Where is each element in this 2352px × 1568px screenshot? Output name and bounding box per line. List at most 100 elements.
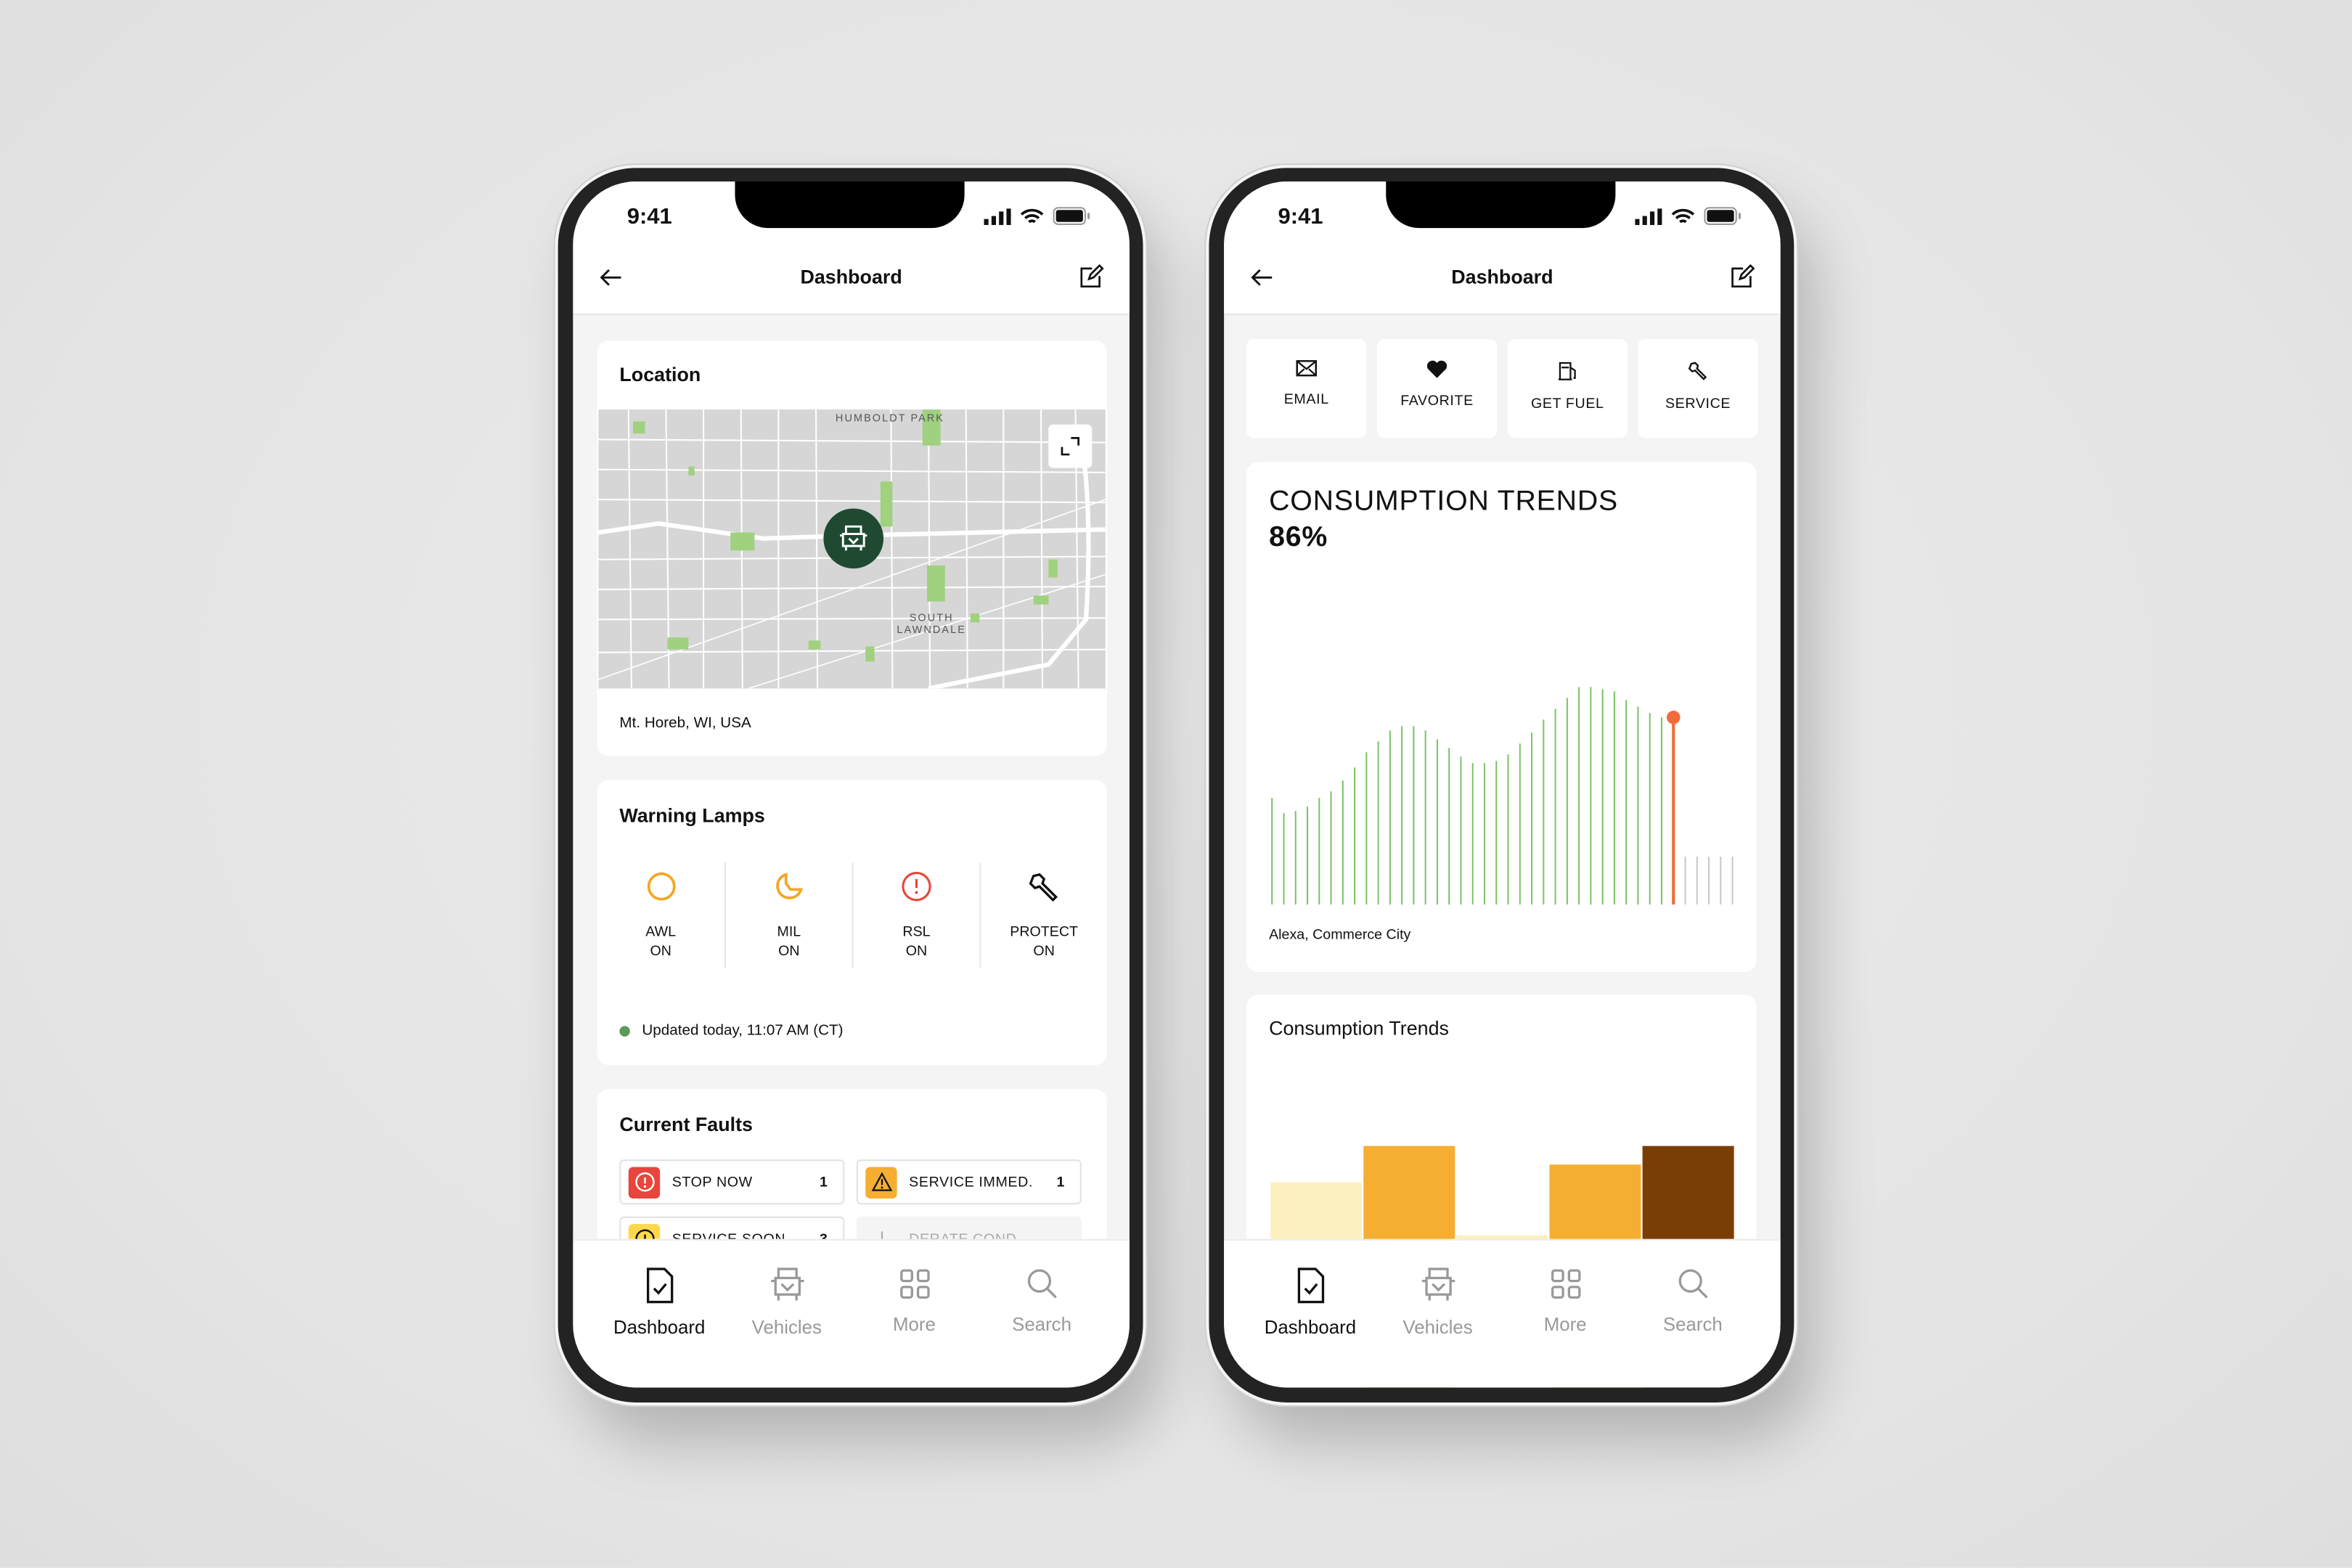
- lamp-protect: PROTECT ON: [979, 862, 1107, 968]
- nav-more[interactable]: More: [1501, 1241, 1629, 1387]
- nav-label: Vehicles: [1402, 1317, 1473, 1339]
- wrench-icon: [1688, 362, 1707, 380]
- phone-left: 9:41 Dashboard Location HUMBOLDT PARK SO…: [558, 168, 1143, 1402]
- truck-icon: [840, 525, 867, 551]
- nav-label: Search: [1012, 1314, 1071, 1336]
- nav-dashboard[interactable]: Dashboard: [595, 1241, 723, 1387]
- action-get-fuel[interactable]: GET FUEL: [1507, 338, 1628, 438]
- card-title: Location: [619, 363, 701, 386]
- nav-label: More: [1543, 1314, 1587, 1336]
- phone-right: 9:41 Dashboard EMAIL FAVORITE GET FUEL S…: [1209, 168, 1794, 1402]
- fault-label: SERVICE IMMED.: [909, 1173, 1034, 1191]
- action-label: EMAIL: [1283, 391, 1329, 409]
- stage: 9:41 Dashboard Location HUMBOLDT PARK SO…: [0, 0, 2352, 1568]
- map-label: SOUTH LAWNDALE: [897, 613, 966, 637]
- edit-icon[interactable]: [1079, 264, 1104, 290]
- expand-icon: [1061, 437, 1080, 456]
- fault-service-immed[interactable]: SERVICE IMMED. 1: [856, 1159, 1082, 1205]
- document-check-icon: [1297, 1267, 1324, 1304]
- document-check-icon: [645, 1267, 673, 1304]
- app-header: Dashboard: [1224, 256, 1781, 315]
- signal-icon: [1635, 208, 1662, 224]
- notch: [1386, 181, 1616, 229]
- nav-search[interactable]: Search: [1629, 1241, 1757, 1387]
- engine-pie-icon: [776, 873, 803, 899]
- status-bar: 9:41: [573, 181, 1130, 257]
- status-bar: 9:41: [1224, 181, 1781, 257]
- alert-circle-icon: [902, 872, 931, 902]
- map-label: HUMBOLDT PARK: [835, 414, 945, 425]
- lamp-awl: AWL ON: [597, 862, 724, 968]
- action-favorite[interactable]: FAVORITE: [1376, 338, 1498, 438]
- lamp-state: ON: [905, 943, 928, 960]
- wifi-icon: [1020, 208, 1044, 223]
- lamp-state: ON: [650, 943, 671, 960]
- system-icons: [984, 207, 1090, 225]
- system-icons: [1635, 207, 1741, 225]
- lamp-state: ON: [778, 943, 800, 960]
- fuel-pump-icon: [1558, 362, 1576, 380]
- nav-vehicles[interactable]: Vehicles: [1374, 1241, 1502, 1387]
- action-service[interactable]: SERVICE: [1638, 338, 1758, 438]
- updated-text: Updated today, 11:07 AM (CT): [642, 1023, 844, 1040]
- expand-map-button[interactable]: [1048, 424, 1093, 468]
- status-time: 9:41: [1278, 204, 1323, 230]
- alert-circle-icon: [628, 1166, 661, 1198]
- fault-label: STOP NOW: [671, 1173, 753, 1191]
- heart-icon: [1426, 360, 1447, 378]
- nav-vehicles[interactable]: Vehicles: [723, 1241, 851, 1387]
- page-title: Dashboard: [800, 265, 902, 288]
- lamp-mil: MIL ON: [724, 862, 852, 968]
- fault-count: 1: [820, 1173, 828, 1191]
- truck-icon: [770, 1267, 804, 1301]
- search-icon: [1026, 1269, 1056, 1299]
- action-label: SERVICE: [1665, 396, 1731, 413]
- consumption-trends-card: CONSUMPTION TRENDS 86% Alexa, Commerce Ci…: [1246, 462, 1757, 972]
- nav-search[interactable]: Search: [978, 1241, 1106, 1387]
- lamp-name: AWL: [645, 923, 677, 941]
- location-card: Location HUMBOLDT PARK SOUTH LAWNDALE Mt…: [597, 340, 1107, 756]
- card-title: Warning Lamps: [619, 804, 765, 827]
- lamp-rsl: RSL ON: [852, 862, 980, 968]
- nav-label: Search: [1662, 1314, 1723, 1336]
- lamp-state: ON: [1033, 943, 1055, 960]
- signal-icon: [984, 208, 1011, 224]
- truck-icon: [1421, 1267, 1455, 1301]
- nav-label: Dashboard: [1264, 1317, 1357, 1339]
- nav-dashboard[interactable]: Dashboard: [1246, 1241, 1374, 1387]
- status-dot: [619, 1026, 630, 1037]
- action-label: FAVORITE: [1400, 393, 1474, 410]
- lamp-list: AWL ON MIL ON RSL ON PROTECT ON: [597, 862, 1107, 968]
- battery-icon: [1053, 207, 1090, 225]
- map[interactable]: HUMBOLDT PARK SOUTH LAWNDALE: [598, 409, 1106, 689]
- lamp-name: MIL: [777, 923, 801, 941]
- nav-label: Vehicles: [751, 1317, 822, 1339]
- highlight-point[interactable]: [1666, 711, 1681, 724]
- search-icon: [1678, 1269, 1707, 1299]
- page-title: Dashboard: [1451, 265, 1553, 288]
- nav-label: Dashboard: [613, 1317, 706, 1339]
- circle-icon: [646, 872, 675, 901]
- bottom-nav: Dashboard Vehicles More Search: [1224, 1238, 1781, 1388]
- warning-triangle-icon: [865, 1166, 897, 1198]
- nav-more[interactable]: More: [851, 1241, 979, 1387]
- screen: 9:41 Dashboard EMAIL FAVORITE GET FUEL S…: [1224, 181, 1781, 1388]
- lamp-name: PROTECT: [1010, 923, 1079, 941]
- warning-lamps-card: Warning Lamps AWL ON MIL ON RSL ON PROTECT O…: [597, 780, 1107, 1066]
- card-title: Current Faults: [619, 1113, 753, 1136]
- nav-label: More: [892, 1314, 936, 1336]
- vehicle-marker[interactable]: [823, 508, 884, 569]
- location-address: Mt. Horeb, WI, USA: [619, 715, 751, 732]
- wifi-icon: [1671, 208, 1695, 223]
- notch: [735, 181, 965, 229]
- spike-chart: [1271, 687, 1734, 905]
- grid-icon: [1550, 1269, 1580, 1299]
- action-email[interactable]: EMAIL: [1246, 338, 1367, 438]
- fault-count: 1: [1056, 1173, 1066, 1191]
- bottom-nav: Dashboard Vehicles More Search: [573, 1238, 1130, 1388]
- screen: 9:41 Dashboard Location HUMBOLDT PARK SO…: [573, 181, 1130, 1388]
- edit-icon[interactable]: [1729, 264, 1755, 290]
- fault-stop-now[interactable]: STOP NOW 1: [619, 1159, 845, 1205]
- battery-icon: [1704, 207, 1741, 225]
- status-time: 9:41: [626, 204, 672, 230]
